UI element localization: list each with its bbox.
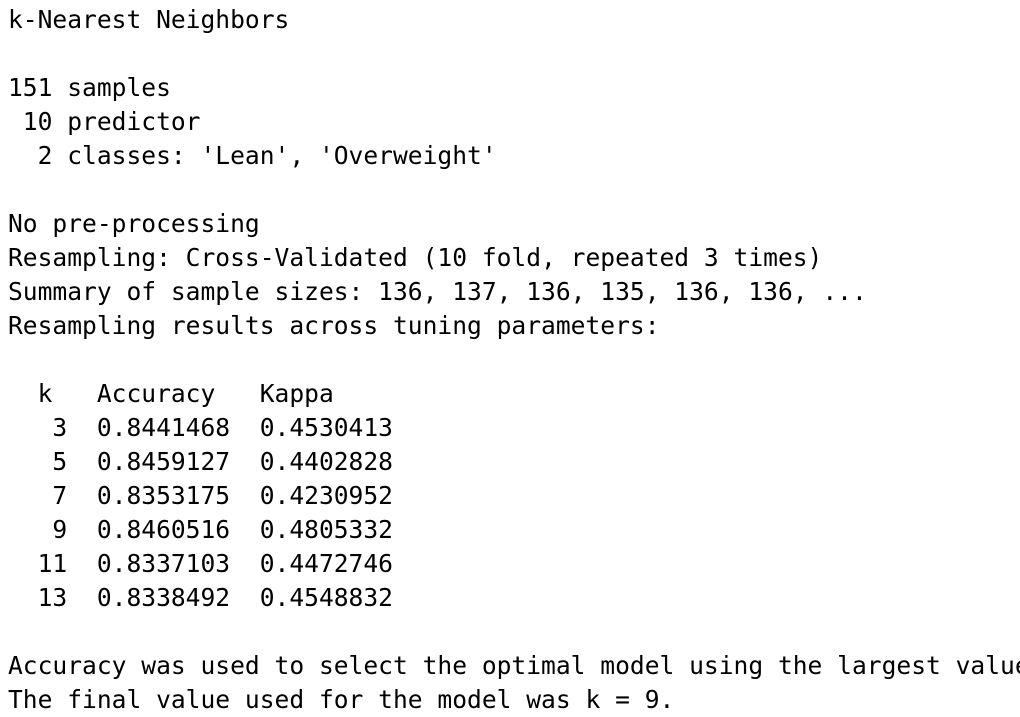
results-table-row: 11 0.8337103 0.4472746 xyxy=(8,549,393,578)
model-title: k-Nearest Neighbors xyxy=(8,5,290,34)
results-table-header: k Accuracy Kappa xyxy=(8,379,334,408)
results-heading: Resampling results across tuning paramet… xyxy=(8,311,660,340)
classes-info: 2 classes: 'Lean', 'Overweight' xyxy=(8,141,497,170)
results-table-row: 13 0.8338492 0.4548832 xyxy=(8,583,393,612)
final-value-note: The final value used for the model was k… xyxy=(8,685,675,714)
results-table-row: 9 0.8460516 0.4805332 xyxy=(8,515,393,544)
preprocessing-info: No pre-processing xyxy=(8,209,260,238)
resampling-info: Resampling: Cross-Validated (10 fold, re… xyxy=(8,243,823,272)
results-table-row: 7 0.8353175 0.4230952 xyxy=(8,481,393,510)
selection-note: Accuracy was used to select the optimal … xyxy=(8,651,1020,680)
results-table-row: 5 0.8459127 0.4402828 xyxy=(8,447,393,476)
console-output: k-Nearest Neighbors 151 samples 10 predi… xyxy=(8,3,1020,717)
sample-sizes-summary: Summary of sample sizes: 136, 137, 136, … xyxy=(8,277,867,306)
predictor-count: 10 predictor xyxy=(8,107,201,136)
results-table-row: 3 0.8441468 0.4530413 xyxy=(8,413,393,442)
samples-count: 151 samples xyxy=(8,73,171,102)
